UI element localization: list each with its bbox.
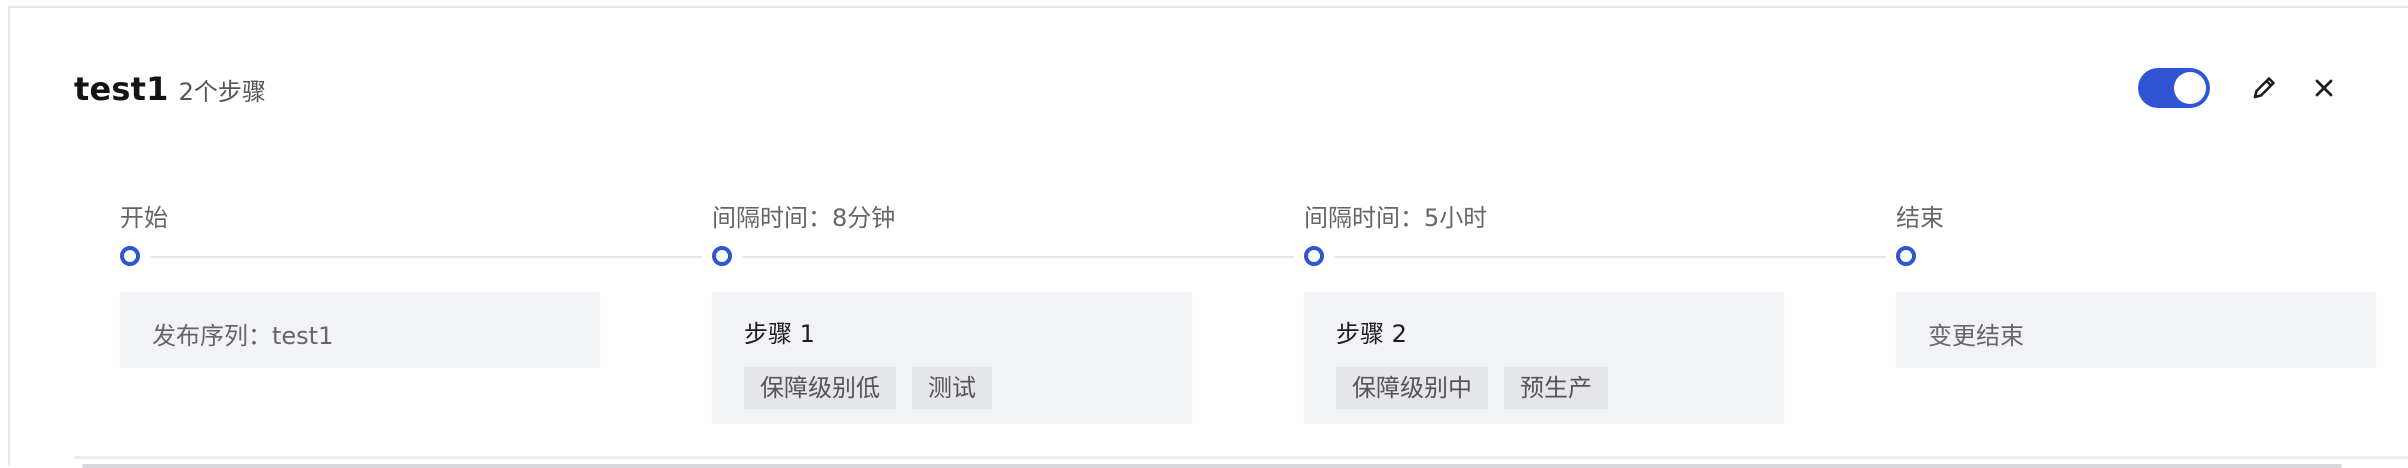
end-box-text: 变更结束	[1928, 322, 2024, 350]
stage-label-interval-1: 间隔时间：8分钟	[712, 204, 896, 232]
end-box: 变更结束	[1896, 292, 2376, 368]
stage-label-start: 开始	[120, 204, 168, 232]
stage-label-end: 结束	[1896, 204, 1944, 232]
tag-guarantee-level: 保障级别低	[744, 367, 896, 409]
step-tags: 保障级别中 预生产	[1336, 367, 1752, 409]
step-card-1[interactable]: 步骤 1 保障级别低 测试	[712, 292, 1192, 424]
timeline-connector	[150, 256, 702, 258]
sequence-card: test1 2个步骤 开始 间隔时间：8分钟 间隔时间：5小时 结束 发布序列：…	[8, 6, 2408, 468]
tag-guarantee-level: 保障级别中	[1336, 367, 1488, 409]
divider	[74, 456, 2408, 459]
step-tags: 保障级别低 测试	[744, 367, 1160, 409]
timeline-dot	[120, 246, 140, 266]
tag-environment: 测试	[912, 367, 992, 409]
timeline-dot	[1304, 246, 1324, 266]
stage-label-interval-2: 间隔时间：5小时	[1304, 204, 1488, 232]
timeline-dot	[712, 246, 732, 266]
tag-environment: 预生产	[1504, 367, 1608, 409]
horizontal-scrollbar[interactable]	[82, 464, 2342, 468]
step-title: 步骤 1	[744, 320, 815, 348]
start-box: 发布序列：test1	[120, 292, 600, 368]
start-box-text: 发布序列：test1	[152, 322, 334, 350]
timeline-dot	[1896, 246, 1916, 266]
step-title: 步骤 2	[1336, 320, 1407, 348]
timeline: 开始 间隔时间：8分钟 间隔时间：5小时 结束 发布序列：test1 步骤 1 …	[10, 8, 2408, 468]
timeline-connector	[742, 256, 1294, 258]
timeline-connector	[1334, 256, 1886, 258]
step-card-2[interactable]: 步骤 2 保障级别中 预生产	[1304, 292, 1784, 424]
